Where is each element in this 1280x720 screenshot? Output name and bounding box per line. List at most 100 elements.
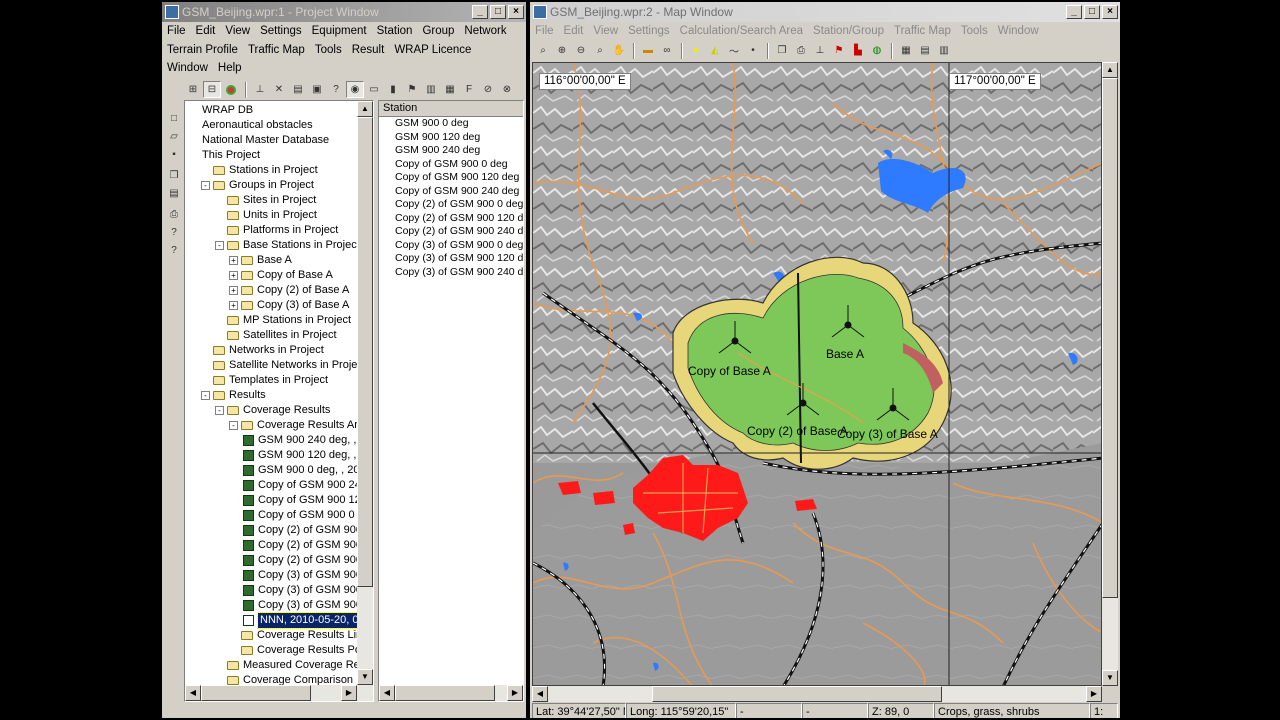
map-menu-window[interactable]: Window [993, 22, 1044, 40]
map-canvas[interactable]: Copy of Base A Base A Copy (2) of Base A… [532, 62, 1102, 686]
tree-item[interactable]: - Base Stations in Project [215, 238, 359, 253]
tree-item[interactable]: Copy (2) of GSM 900 2 [243, 523, 359, 538]
tree-item[interactable]: Coverage Results Points [229, 643, 359, 658]
tree-hscrollbar[interactable]: ◀ ▶ [185, 685, 373, 701]
tool-icon[interactable]: ▤ [289, 81, 307, 98]
print-icon[interactable]: ⎙ [165, 206, 183, 223]
map-menu-station-group[interactable]: Station/Group [808, 22, 889, 40]
tree-item[interactable]: Platforms in Project [215, 223, 338, 238]
station-list-item[interactable]: Copy (2) of GSM 900 0 deg [379, 198, 523, 212]
tool-icon[interactable]: ▥ [422, 81, 440, 98]
tree-item[interactable]: Copy (2) of GSM 900 1 [243, 538, 359, 553]
tool-icon[interactable]: ⊞ [184, 81, 202, 98]
maximize-icon[interactable]: □ [490, 5, 506, 19]
tool-icon[interactable]: ⊗ [498, 81, 516, 98]
station-list-item[interactable]: Copy of GSM 900 0 deg [379, 158, 523, 172]
scroll-left-icon[interactable]: ◀ [532, 686, 548, 702]
copy-icon[interactable]: ❐ [165, 167, 183, 184]
tree-item[interactable]: Copy of GSM 900 120 d [243, 493, 359, 508]
chart-icon[interactable]: ▙ [849, 42, 867, 59]
ruler-icon[interactable]: ▬ [639, 42, 657, 59]
collapse-icon[interactable]: - [215, 406, 224, 415]
tree-item[interactable]: - Groups in Project [201, 178, 314, 193]
scroll-right-icon[interactable]: ▶ [507, 685, 523, 701]
tree-item[interactable]: - Coverage Results [215, 403, 330, 418]
tree-item[interactable]: NNN, 2010-05-20, 09:0 [243, 612, 359, 629]
station-list-item[interactable]: Copy (2) of GSM 900 120 d [379, 212, 523, 226]
scroll-up-icon[interactable]: ▲ [1102, 62, 1118, 78]
tree-item[interactable]: Stations in Project [201, 163, 318, 178]
project-menu-group[interactable]: Group [417, 22, 459, 40]
help-icon[interactable]: ? [165, 224, 183, 241]
project-menu-help[interactable]: Help [213, 59, 247, 77]
delete-icon[interactable]: ✕ [270, 81, 288, 98]
tool-icon[interactable]: ▭ [365, 81, 383, 98]
tree-item[interactable]: Copy of GSM 900 0 deg [243, 508, 359, 523]
project-menu-wrap-licence[interactable]: WRAP Licence [389, 41, 476, 59]
project-menu-equipment[interactable]: Equipment [307, 22, 372, 40]
new-icon[interactable]: □ [165, 110, 183, 127]
station-list-header[interactable]: Station [379, 101, 523, 117]
tree-item[interactable]: Coverage Comparison Results [215, 673, 359, 685]
minimize-icon[interactable]: _ [1066, 5, 1082, 19]
project-menu-file[interactable]: File [162, 22, 191, 40]
tool-icon[interactable]: ⚑ [403, 81, 421, 98]
project-menu-network[interactable]: Network [459, 22, 511, 40]
tree-item[interactable]: This Project [187, 148, 260, 163]
globe-icon[interactable]: ◍ [868, 42, 886, 59]
tree-item[interactable]: Copy (2) of GSM 900 0 [243, 553, 359, 568]
map-hscrollbar[interactable]: ◀ ▶ [532, 686, 1102, 702]
scroll-thumb[interactable] [201, 685, 311, 701]
station-list-item[interactable]: Copy (2) of GSM 900 240 d [379, 225, 523, 239]
tree-item[interactable]: MP Stations in Project [215, 313, 351, 328]
station-hscrollbar[interactable]: ◀ ▶ [379, 685, 523, 701]
map-menu-tools[interactable]: Tools [956, 22, 993, 40]
target-icon[interactable] [222, 81, 240, 98]
scroll-down-icon[interactable]: ▼ [357, 669, 373, 685]
antenna-icon[interactable]: ⊥ [811, 42, 829, 59]
tree-item[interactable]: + Copy (2) of Base A [229, 283, 349, 298]
close-icon[interactable]: × [1102, 5, 1118, 19]
station-list-item[interactable]: GSM 900 240 deg [379, 144, 523, 158]
tool-icon[interactable]: ▣ [308, 81, 326, 98]
project-menu-station[interactable]: Station [372, 22, 418, 40]
context-help-icon[interactable]: ? [165, 242, 183, 259]
zoom-area-icon[interactable]: ⌕ [591, 42, 609, 59]
map-menu-calculation-search-area[interactable]: Calculation/Search Area [675, 22, 808, 40]
print-icon[interactable]: ⎙ [792, 42, 810, 59]
map-window-titlebar[interactable]: GSM_Beijing.wpr:2 - Map Window _ □ × [530, 2, 1120, 22]
scroll-right-icon[interactable]: ▶ [1086, 686, 1102, 702]
expand-icon[interactable]: + [229, 271, 238, 280]
expand-icon[interactable]: + [229, 301, 238, 310]
tree-item[interactable]: Copy (3) of GSM 900 2 [243, 568, 359, 583]
collapse-icon[interactable]: - [201, 391, 210, 400]
project-window-titlebar[interactable]: GSM_Beijing.wpr:1 - Project Window _ □ × [162, 2, 526, 22]
tree-item[interactable]: Copy of GSM 900 240 d [243, 478, 359, 493]
map-menu-traffic-map[interactable]: Traffic Map [889, 22, 956, 40]
tree-item[interactable]: - Results [201, 388, 266, 403]
tree-item[interactable]: Satellite Networks in Project [201, 358, 359, 373]
scroll-down-icon[interactable]: ▼ [1102, 670, 1118, 686]
tree-item[interactable]: Sites in Project [215, 193, 316, 208]
station-list-item[interactable]: Copy of GSM 900 120 deg [379, 171, 523, 185]
close-icon[interactable]: × [508, 5, 524, 19]
expand-icon[interactable]: + [229, 256, 238, 265]
tool-icon[interactable]: ▦ [441, 81, 459, 98]
project-menu-window[interactable]: Window [162, 59, 213, 77]
map-menu-file[interactable]: File [530, 22, 559, 40]
copy-icon[interactable]: ❐ [773, 42, 791, 59]
antenna-icon[interactable]: ⊥ [251, 81, 269, 98]
binoculars-icon[interactable]: ∞ [658, 42, 676, 59]
tree-item[interactable]: National Master Database [187, 133, 329, 148]
collapse-icon[interactable]: - [229, 421, 238, 430]
scroll-thumb[interactable] [1102, 78, 1118, 598]
zoom-icon[interactable]: ⌕ [534, 42, 552, 59]
tool-icon[interactable]: ▦ [897, 42, 915, 59]
tool-icon[interactable]: ? [327, 81, 345, 98]
collapse-icon[interactable]: - [215, 241, 224, 250]
scroll-right-icon[interactable]: ▶ [341, 685, 357, 701]
scroll-thumb[interactable] [652, 686, 942, 702]
tree-item[interactable]: GSM 900 240 deg, , 20 [243, 433, 359, 448]
station-list-item[interactable]: Copy of GSM 900 240 deg [379, 185, 523, 199]
scroll-left-icon[interactable]: ◀ [379, 685, 395, 701]
